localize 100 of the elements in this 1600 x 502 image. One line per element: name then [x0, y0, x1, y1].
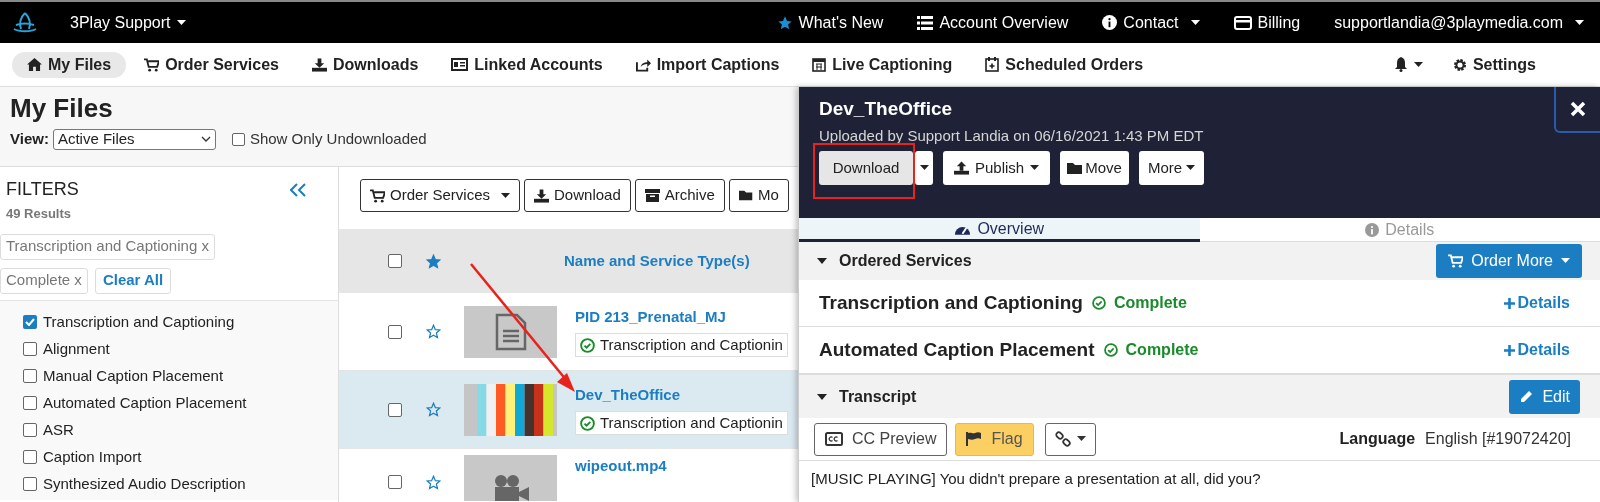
file-name-link[interactable]: wipeout.mp4	[575, 455, 667, 478]
filter-label: ASR	[43, 419, 74, 440]
archive-icon	[644, 189, 660, 202]
close-button[interactable]	[1554, 87, 1600, 133]
account-menu[interactable]: 3Play Support	[70, 10, 186, 35]
row-checkbox[interactable]	[388, 324, 402, 339]
move-button[interactable]: Move	[1060, 151, 1129, 185]
nav-tab[interactable]: Scheduled Orders	[970, 51, 1159, 78]
collapse-icon[interactable]	[290, 183, 306, 197]
share-icon	[635, 57, 651, 72]
filter-chip[interactable]: Complete x	[0, 267, 88, 294]
caret-icon	[1413, 61, 1423, 68]
top-nav-link[interactable]: Contact	[1102, 10, 1200, 35]
link-icon	[1054, 431, 1071, 447]
chevron-down-icon	[200, 136, 211, 143]
filter-label: Alignment	[43, 338, 110, 359]
filter-checkbox[interactable]	[23, 369, 37, 383]
clear-all-button[interactable]: Clear All	[94, 267, 172, 294]
filter-checkbox[interactable]	[23, 423, 37, 437]
check-circle-icon	[580, 415, 595, 431]
bell-icon	[1393, 57, 1408, 72]
edit-button[interactable]: Edit	[1509, 379, 1580, 414]
row-checkbox[interactable]	[388, 254, 402, 268]
flag-button[interactable]: Flag	[955, 422, 1034, 456]
star-icon[interactable]	[426, 253, 441, 269]
service-name: Automated Caption Placement	[819, 337, 1095, 362]
section-title: Ordered Services	[839, 251, 972, 271]
nav-tab[interactable]: Downloads	[297, 51, 434, 78]
more-button[interactable]: More	[1138, 151, 1205, 185]
file-name-link[interactable]: PID 213_Prenatal_MJ	[575, 305, 726, 329]
home-icon	[27, 58, 42, 71]
filter-checkbox[interactable]	[23, 396, 37, 410]
top-nav-label: Contact	[1123, 12, 1179, 33]
filter-checkbox[interactable]	[23, 450, 37, 464]
file-name-link[interactable]: Dev_TheOffice	[575, 383, 681, 407]
nav-tab[interactable]: Order Services	[129, 51, 294, 78]
nav-tab[interactable]: My Files	[12, 51, 127, 78]
top-nav-link[interactable]: Billing	[1233, 10, 1301, 35]
settings-icon	[1452, 57, 1467, 72]
caret-icon	[1076, 436, 1086, 442]
toolbar-button[interactable]: Mo	[728, 179, 789, 212]
status-label: Complete	[1125, 340, 1199, 360]
caret-icon	[176, 19, 186, 26]
download-dropdown-button[interactable]	[915, 151, 933, 185]
download-button[interactable]: Download	[819, 151, 913, 185]
order-more-button[interactable]: Order More	[1436, 244, 1582, 278]
panel-tab[interactable]: Overview	[799, 218, 1200, 242]
toolbar-button[interactable]: Order Services	[360, 179, 521, 212]
filter-checkbox[interactable]	[23, 315, 37, 329]
info-icon	[1365, 222, 1380, 237]
collapse-caret-icon[interactable]	[817, 393, 827, 400]
check-circle-icon	[1103, 343, 1118, 357]
details-link[interactable]: Details	[1503, 291, 1570, 315]
page-title: My Files	[10, 93, 113, 123]
info-icon	[1102, 15, 1118, 30]
cart-icon	[1448, 254, 1464, 268]
nav-tab[interactable]: Live Captioning	[797, 51, 968, 78]
filter-checkbox[interactable]	[23, 342, 37, 356]
download-icon	[312, 57, 327, 72]
transcript-text: [MUSIC PLAYING] You didn't prepare a presentation at all, did you?	[810, 469, 1262, 489]
nav-tab[interactable]: Import Captions	[620, 51, 795, 78]
top-nav-label: Billing	[1257, 12, 1301, 33]
nav-tab[interactable]: Linked Accounts	[436, 51, 618, 78]
filter-checkbox[interactable]	[23, 477, 37, 491]
plus-icon	[1503, 344, 1515, 356]
logo-icon	[12, 11, 38, 34]
checkbox-label: Show Only Undownloaded	[249, 129, 427, 149]
upload-icon	[954, 161, 969, 175]
folder-icon	[1067, 161, 1084, 175]
view-select[interactable]: Active Files	[52, 128, 216, 150]
publish-button[interactable]: Publish	[943, 151, 1051, 185]
filter-label: Synthesized Audio Description	[43, 473, 246, 494]
undownloaded-checkbox[interactable]	[231, 132, 245, 146]
filter-label: Caption Import	[43, 446, 142, 467]
credit-card-icon	[1233, 15, 1252, 30]
service-tag: Transcription and Captionin	[575, 333, 788, 358]
row-checkbox[interactable]	[388, 475, 402, 489]
top-nav-link[interactable]: supportlandia@3playmedia.com	[1334, 10, 1584, 35]
toolbar-button[interactable]: Archive	[634, 179, 725, 212]
collapse-caret-icon[interactable]	[817, 258, 827, 264]
status-label: Complete	[1113, 293, 1187, 313]
star-icon[interactable]	[426, 402, 441, 417]
filter-chip[interactable]: Transcription and Captioning x	[0, 233, 215, 260]
cart-icon	[144, 57, 160, 72]
calendar-icon	[812, 57, 827, 72]
top-nav-link[interactable]: Account Overview	[917, 10, 1069, 35]
row-checkbox[interactable]	[388, 402, 402, 417]
settings-button[interactable]: Settings	[1452, 52, 1536, 77]
cc-preview-button[interactable]: CC Preview	[814, 422, 948, 456]
close-icon	[1570, 101, 1586, 117]
link-dropdown-button[interactable]	[1044, 422, 1096, 456]
closed-captions-icon	[825, 432, 843, 446]
details-link[interactable]: Details	[1503, 338, 1570, 362]
file-row[interactable]: Dev_TheOffice Transcription and Captionin	[339, 371, 798, 449]
column-header[interactable]: Name and Service Type(s)	[564, 249, 750, 273]
star-icon[interactable]	[426, 475, 441, 490]
star-icon[interactable]	[426, 324, 441, 339]
toolbar-button[interactable]: Download	[524, 179, 631, 212]
star-icon	[776, 14, 793, 31]
top-nav-link[interactable]: What's New	[776, 10, 884, 35]
